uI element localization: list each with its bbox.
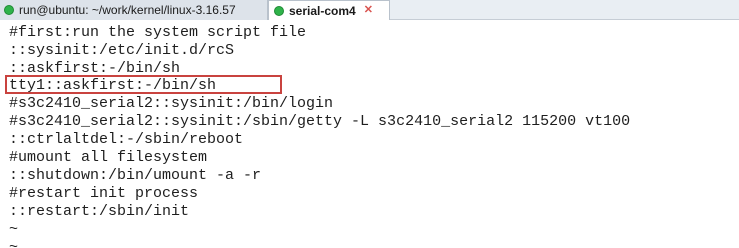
terminal-line: ::shutdown:/bin/umount -a -r — [9, 167, 262, 184]
terminal-line: ::ctrlaltdel:-/sbin/reboot — [9, 131, 244, 148]
tab-bar: run@ubuntu: ~/work/kernel/linux-3.16.57 … — [0, 0, 739, 20]
terminal-area[interactable]: #first:run the system script file ::sysi… — [0, 22, 739, 248]
vim-empty-line-tilde: ~ — [9, 221, 19, 238]
terminal-line: #s3c2410_serial2::sysinit:/bin/login — [9, 95, 334, 112]
terminal-line: ::askfirst:-/bin/sh — [9, 60, 181, 77]
terminal-line-highlighted: tty1::askfirst:-/bin/sh — [9, 77, 217, 94]
close-icon[interactable]: ✕ — [364, 5, 373, 16]
terminal-line: #s3c2410_serial2::sysinit:/sbin/getty -L… — [9, 113, 631, 130]
terminal-line: #restart init process — [9, 185, 199, 202]
connected-status-icon — [274, 5, 284, 16]
vim-empty-line-tilde: ~ — [9, 239, 19, 248]
terminal-line: #first:run the system script file — [9, 24, 307, 41]
terminal-line: #umount all filesystem — [9, 149, 208, 166]
terminal-line: ::sysinit:/etc/init.d/rcS — [9, 42, 235, 59]
connected-status-icon — [4, 5, 14, 15]
terminal-line: ::restart:/sbin/init — [9, 203, 190, 220]
tab-label: run@ubuntu: ~/work/kernel/linux-3.16.57 — [19, 3, 236, 17]
tab-ubuntu-shell[interactable]: run@ubuntu: ~/work/kernel/linux-3.16.57 — [0, 0, 268, 20]
tab-label: serial-com4 — [289, 3, 356, 18]
tab-serial-com4[interactable]: serial-com4 ✕ — [268, 0, 390, 20]
